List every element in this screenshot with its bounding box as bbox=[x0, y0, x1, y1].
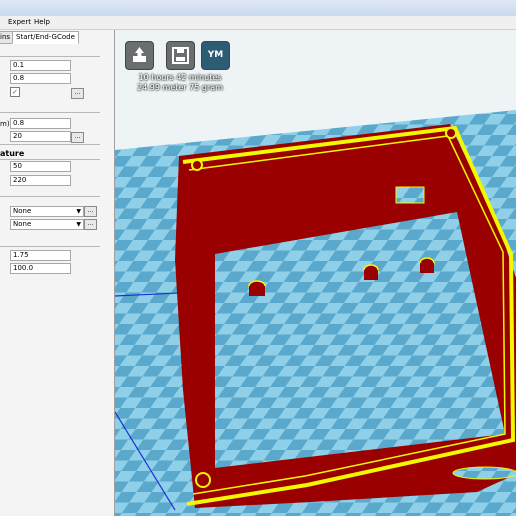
filament-flow-field[interactable]: 100.0 bbox=[10, 263, 71, 274]
section-divider bbox=[0, 112, 100, 113]
adhesion-more-button[interactable]: ... bbox=[84, 219, 97, 230]
standoff-body bbox=[249, 286, 265, 296]
menu-bar: Expert Help bbox=[0, 16, 516, 30]
setting-field-4[interactable]: 20 bbox=[10, 131, 71, 142]
window-titlebar bbox=[0, 0, 516, 16]
section-divider bbox=[0, 246, 100, 247]
box-interior bbox=[215, 212, 505, 468]
filament-diameter-field[interactable]: 1.75 bbox=[10, 250, 71, 261]
setting-checkbox[interactable]: ✓ bbox=[10, 87, 20, 97]
support-type-select[interactable]: None ▼ bbox=[10, 206, 84, 217]
setting-field-5[interactable]: 50 bbox=[10, 161, 71, 172]
section-divider bbox=[0, 196, 100, 197]
setting-field-3[interactable]: 0.8 bbox=[10, 118, 71, 129]
standoff-body bbox=[364, 270, 378, 280]
material-usage-text: 24.99 meter 75 gram bbox=[137, 83, 223, 92]
section-divider bbox=[0, 159, 100, 160]
platform-adhesion-select[interactable]: None ▼ bbox=[10, 219, 84, 230]
section-divider bbox=[0, 56, 100, 57]
load-icon bbox=[133, 47, 146, 62]
youmagine-button[interactable]: YM bbox=[201, 41, 230, 70]
setting-more-button-2[interactable]: ... bbox=[71, 132, 84, 143]
setting-field-6[interactable]: 220 bbox=[10, 175, 71, 186]
support-more-button[interactable]: ... bbox=[84, 206, 97, 217]
standoff-body bbox=[420, 263, 434, 273]
field-label-mm: m) bbox=[0, 120, 10, 128]
section-divider bbox=[0, 144, 100, 145]
setting-field-1[interactable]: 0.1 bbox=[10, 60, 71, 71]
menu-help[interactable]: Help bbox=[34, 18, 50, 26]
corner-hole bbox=[195, 472, 211, 488]
wall-cutout bbox=[395, 186, 425, 204]
settings-panel: ins Start/End-GCode 0.1 0.8 ✓ ... m) 0.8… bbox=[0, 30, 115, 516]
section-header-temperature: ature bbox=[0, 149, 25, 158]
support-type-value: None bbox=[13, 207, 32, 215]
corner-hole bbox=[445, 127, 457, 139]
setting-field-2[interactable]: 0.8 bbox=[10, 73, 71, 84]
chevron-down-icon: ▼ bbox=[76, 221, 81, 228]
setting-more-button-1[interactable]: ... bbox=[71, 88, 84, 99]
save-disk-icon bbox=[172, 47, 189, 64]
corner-hole bbox=[191, 159, 203, 171]
chevron-down-icon: ▼ bbox=[76, 208, 81, 215]
3d-viewport[interactable]: YM 10 hours 42 minutes 24.99 meter 75 gr… bbox=[115, 30, 516, 516]
print-time-text: 10 hours 42 minutes bbox=[138, 73, 222, 82]
platform-adhesion-value: None bbox=[13, 220, 32, 228]
tab-start-end-gcode[interactable]: Start/End-GCode bbox=[12, 31, 79, 44]
save-gcode-button[interactable] bbox=[166, 41, 195, 70]
front-slot bbox=[452, 466, 516, 480]
layer-preview-scene[interactable] bbox=[115, 30, 516, 516]
load-model-button[interactable] bbox=[125, 41, 154, 70]
menu-expert[interactable]: Expert bbox=[8, 18, 31, 26]
